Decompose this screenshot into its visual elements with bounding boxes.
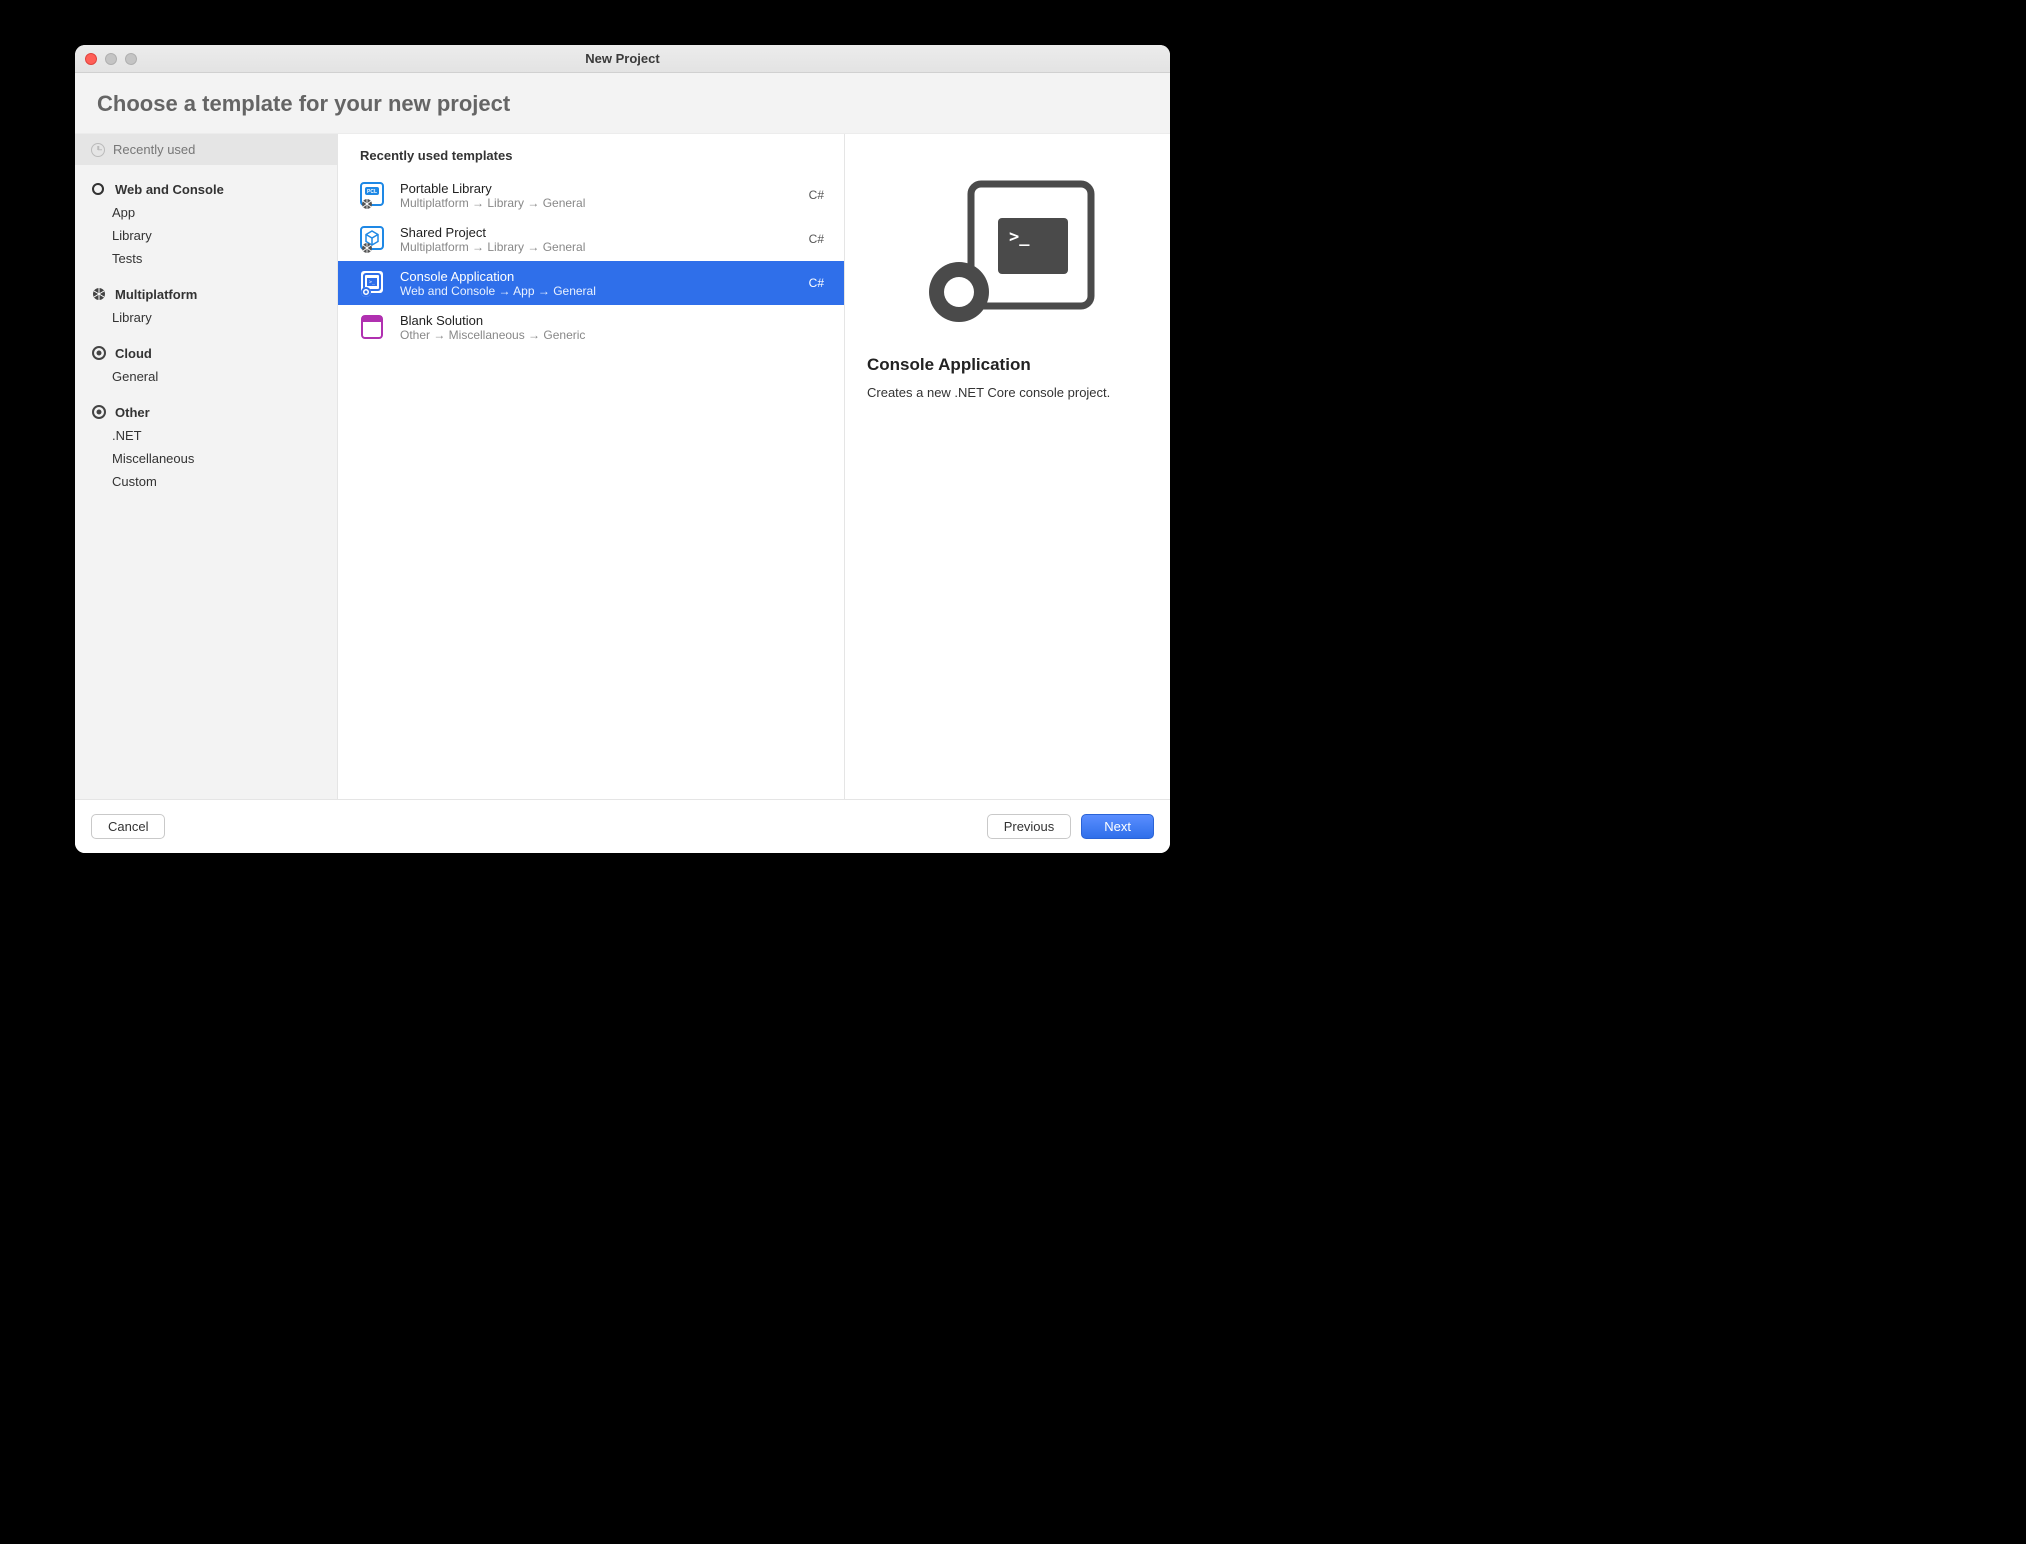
svg-text:>_: >_ [1009, 227, 1030, 247]
cloud-icon [91, 345, 107, 361]
template-path: Other → Miscellaneous → Generic [400, 328, 812, 342]
sidebar: Recently used Web and Console App Librar… [75, 134, 338, 799]
sidebar-item-miscellaneous[interactable]: Miscellaneous [75, 447, 337, 470]
pcl-icon: PCL [356, 179, 388, 211]
detail-panel: >_ Console Application Creates a new .NE… [845, 134, 1170, 799]
sidebar-item-library[interactable]: Library [75, 224, 337, 247]
template-row-shared-project[interactable]: Shared Project Multiplatform → Library →… [338, 217, 844, 261]
next-button[interactable]: Next [1081, 814, 1154, 839]
window-title: New Project [75, 51, 1170, 66]
template-lang: C# [809, 188, 824, 202]
page-title: Choose a template for your new project [97, 91, 1148, 117]
sidebar-section-cloud[interactable]: Cloud [75, 341, 337, 365]
sidebar-item-mp-library[interactable]: Library [75, 306, 337, 329]
window-controls [85, 53, 137, 65]
detail-title: Console Application [867, 355, 1031, 375]
cancel-button[interactable]: Cancel [91, 814, 165, 839]
template-row-console-application[interactable]: >_ Console Application Web and Console →… [338, 261, 844, 305]
template-path: Web and Console → App → General [400, 284, 797, 298]
sidebar-item-recently-used[interactable]: Recently used [75, 134, 337, 165]
template-row-blank-solution[interactable]: Blank Solution Other → Miscellaneous → G… [338, 305, 844, 349]
template-title: Shared Project [400, 225, 797, 240]
sidebar-item-app[interactable]: App [75, 201, 337, 224]
sidebar-section-web-and-console[interactable]: Web and Console [75, 177, 337, 201]
console-app-icon: >_ [356, 267, 388, 299]
template-lang: C# [809, 276, 824, 290]
blank-solution-icon [356, 311, 388, 343]
template-row-portable-library[interactable]: PCL Portable Library Multiplatform → Lib… [338, 173, 844, 217]
svg-text:>_: >_ [369, 280, 376, 286]
new-project-dialog: New Project Choose a template for your n… [75, 45, 1170, 853]
template-lang: C# [809, 232, 824, 246]
template-list-header: Recently used templates [338, 134, 844, 173]
template-title: Console Application [400, 269, 797, 284]
template-path: Multiplatform → Library → General [400, 240, 797, 254]
maximize-window-button[interactable] [125, 53, 137, 65]
close-window-button[interactable] [85, 53, 97, 65]
sidebar-item-cloud-general[interactable]: General [75, 365, 337, 388]
sidebar-section-other[interactable]: Other [75, 400, 337, 424]
other-icon [91, 404, 107, 420]
template-title: Portable Library [400, 181, 797, 196]
sidebar-item-tests[interactable]: Tests [75, 247, 337, 270]
sidebar-item-dotnet[interactable]: .NET [75, 424, 337, 447]
sidebar-recent-label: Recently used [113, 142, 195, 157]
template-list: Recently used templates PCL Portable Lib… [338, 134, 845, 799]
detail-description: Creates a new .NET Core console project. [867, 385, 1110, 400]
shared-project-icon [356, 223, 388, 255]
sidebar-section-multiplatform[interactable]: Multiplatform [75, 282, 337, 306]
sidebar-item-custom[interactable]: Custom [75, 470, 337, 493]
previous-button[interactable]: Previous [987, 814, 1072, 839]
titlebar: New Project [75, 45, 1170, 73]
minimize-window-button[interactable] [105, 53, 117, 65]
multiplatform-icon [91, 286, 107, 302]
template-title: Blank Solution [400, 313, 812, 328]
web-console-icon [91, 181, 107, 197]
svg-text:PCL: PCL [367, 189, 377, 195]
dialog-footer: Cancel Previous Next [75, 799, 1170, 853]
dialog-header: Choose a template for your new project [75, 73, 1170, 134]
detail-illustration: >_ [913, 166, 1103, 331]
clock-icon [91, 143, 105, 157]
template-path: Multiplatform → Library → General [400, 196, 797, 210]
